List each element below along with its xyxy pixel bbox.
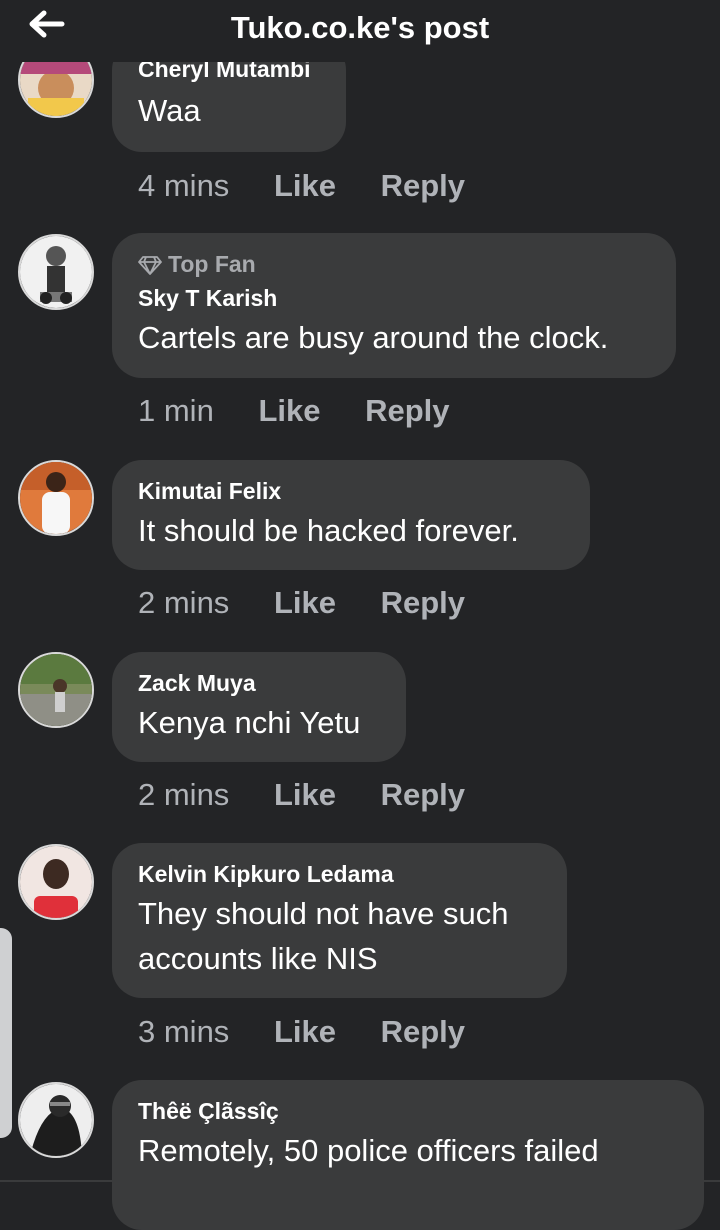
comment-text: Kenya nchi Yetu <box>138 705 361 740</box>
like-button[interactable]: Like <box>274 168 336 204</box>
top-fan-badge: Top Fan <box>138 233 650 279</box>
comment-text: It should be hacked forever. <box>138 513 519 548</box>
comment-author[interactable]: Sky T Karish <box>138 283 650 313</box>
side-drawer-handle[interactable] <box>0 928 12 1138</box>
comments-list: Cheryl Mutambi Waa 4 mins Like Reply Top… <box>0 0 720 1230</box>
comment-actions: 4 mins Like Reply <box>138 168 465 204</box>
comment-time[interactable]: 4 mins <box>138 168 229 204</box>
like-button[interactable]: Like <box>274 1014 336 1050</box>
comment-bubble: Top Fan Sky T Karish Cartels are busy ar… <box>112 233 676 378</box>
comment-text: Remotely, 50 police officers failed <box>138 1133 599 1168</box>
comment-actions: 1 min Like Reply <box>138 393 450 429</box>
reply-button[interactable]: Reply <box>365 393 449 429</box>
comment-time[interactable]: 2 mins <box>138 585 229 621</box>
comment-text: Waa <box>138 93 201 128</box>
reply-button[interactable]: Reply <box>381 1014 465 1050</box>
like-button[interactable]: Like <box>274 777 336 813</box>
reply-button[interactable]: Reply <box>381 168 465 204</box>
comment-time[interactable]: 1 min <box>138 393 214 429</box>
comment-actions: 3 mins Like Reply <box>138 1014 465 1050</box>
comment-bubble: Kelvin Kipkuro Ledama They should not ha… <box>112 843 567 998</box>
diamond-icon <box>138 256 162 275</box>
avatar[interactable] <box>18 1082 94 1158</box>
comment-author[interactable]: Kelvin Kipkuro Ledama <box>138 843 541 889</box>
comment-actions: 2 mins Like Reply <box>138 585 465 621</box>
comment-time[interactable]: 3 mins <box>138 1014 229 1050</box>
avatar[interactable] <box>18 234 94 310</box>
comment-actions: 2 mins Like Reply <box>138 777 465 813</box>
comment-author[interactable]: Zack Muya <box>138 652 380 698</box>
comment-text-line: They should not have such <box>138 896 509 931</box>
like-button[interactable]: Like <box>258 393 320 429</box>
comment-author[interactable]: Thêë Çlãssîç <box>138 1080 678 1126</box>
comment-time[interactable]: 2 mins <box>138 777 229 813</box>
comment-text: Cartels are busy around the clock. <box>138 320 609 355</box>
comment-text-line: accounts like NIS <box>138 941 378 976</box>
comment-bubble: Thêë Çlãssîç Remotely, 50 police officer… <box>112 1080 704 1230</box>
comment-bubble: Zack Muya Kenya nchi Yetu <box>112 652 406 762</box>
page-title: Tuko.co.ke's post <box>230 10 490 45</box>
like-button[interactable]: Like <box>274 585 336 621</box>
top-bar: Tuko.co.ke's post <box>0 0 720 62</box>
avatar[interactable] <box>18 844 94 920</box>
top-fan-label: Top Fan <box>168 251 256 277</box>
avatar[interactable] <box>18 652 94 728</box>
divider <box>0 1180 720 1182</box>
comment-author[interactable]: Kimutai Felix <box>138 460 564 506</box>
reply-button[interactable]: Reply <box>381 777 465 813</box>
comment-bubble: Kimutai Felix It should be hacked foreve… <box>112 460 590 570</box>
avatar[interactable] <box>18 460 94 536</box>
reply-button[interactable]: Reply <box>381 585 465 621</box>
